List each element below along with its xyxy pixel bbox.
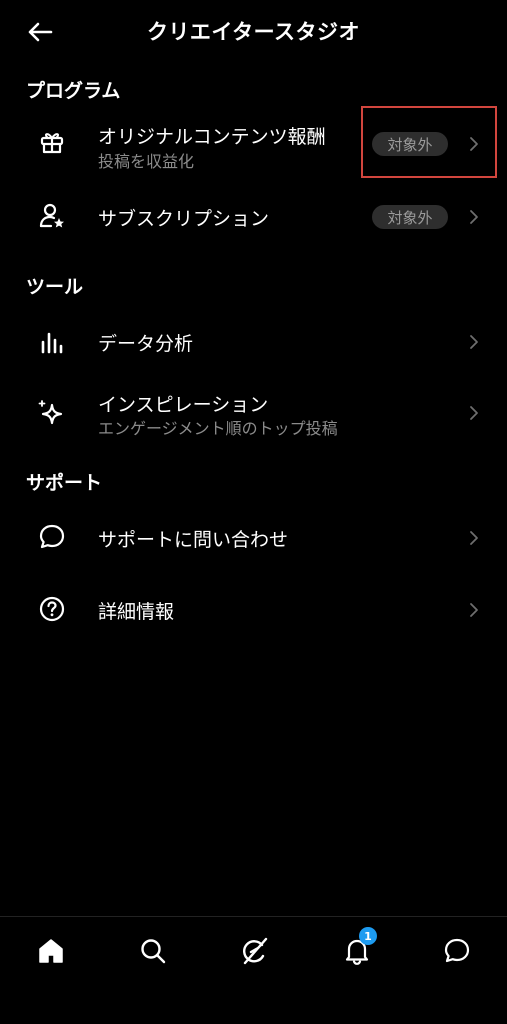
person-star-icon	[32, 196, 72, 236]
chevron-right-icon	[466, 332, 482, 352]
bottom-nav: 1	[0, 916, 507, 1024]
row-label: サポートに問い合わせ	[98, 529, 289, 551]
row-inspiration[interactable]: インスピレーション エンゲージメント順のトップ投稿	[0, 382, 507, 446]
row-subscriptions[interactable]: サブスクリプション 対象外	[0, 190, 507, 244]
notification-count-badge: 1	[359, 927, 377, 945]
section-title-program: プログラム	[26, 80, 121, 102]
row-subtitle: 投稿を収益化	[98, 152, 195, 171]
nav-home-button[interactable]	[29, 929, 73, 973]
search-icon	[141, 939, 166, 964]
nav-search-button[interactable]	[131, 929, 175, 973]
sparkle-icon	[32, 394, 72, 434]
header: クリエイタースタジオ	[0, 0, 507, 64]
page-title: クリエイタースタジオ	[146, 20, 361, 44]
row-label: インスピレーション	[98, 394, 269, 416]
row-label: オリジナルコンテンツ報酬	[98, 126, 326, 148]
chevron-right-icon	[466, 134, 482, 154]
section-title-tools: ツール	[26, 276, 84, 298]
chevron-right-icon	[466, 528, 482, 548]
chevron-right-icon	[466, 600, 482, 620]
row-subtitle: エンゲージメント順のトップ投稿	[98, 419, 338, 438]
row-label: 詳細情報	[98, 601, 175, 623]
chevron-right-icon	[466, 403, 482, 423]
nav-notifications-button[interactable]: 1	[335, 927, 379, 973]
messages-icon	[444, 938, 470, 963]
row-original-content-rewards[interactable]: オリジナルコンテンツ報酬 投稿を収益化 対象外	[0, 110, 507, 178]
nav-grok-button[interactable]	[233, 929, 277, 973]
gift-icon	[32, 122, 72, 162]
home-icon	[39, 939, 63, 963]
nav-messages-button[interactable]	[435, 929, 479, 973]
analytics-icon	[32, 321, 72, 361]
help-circle-icon	[32, 589, 72, 629]
chat-bubble-icon	[32, 517, 72, 557]
row-contact-support[interactable]: サポートに問い合わせ	[0, 510, 507, 564]
row-analytics[interactable]: データ分析	[0, 314, 507, 368]
status-badge: 対象外	[372, 205, 448, 229]
grok-icon	[243, 937, 268, 965]
row-more-info[interactable]: 詳細情報	[0, 582, 507, 636]
section-title-support: サポート	[26, 472, 103, 494]
row-label: サブスクリプション	[98, 208, 270, 230]
row-label: データ分析	[98, 333, 194, 355]
status-badge: 対象外	[372, 132, 448, 156]
chevron-right-icon	[466, 207, 482, 227]
